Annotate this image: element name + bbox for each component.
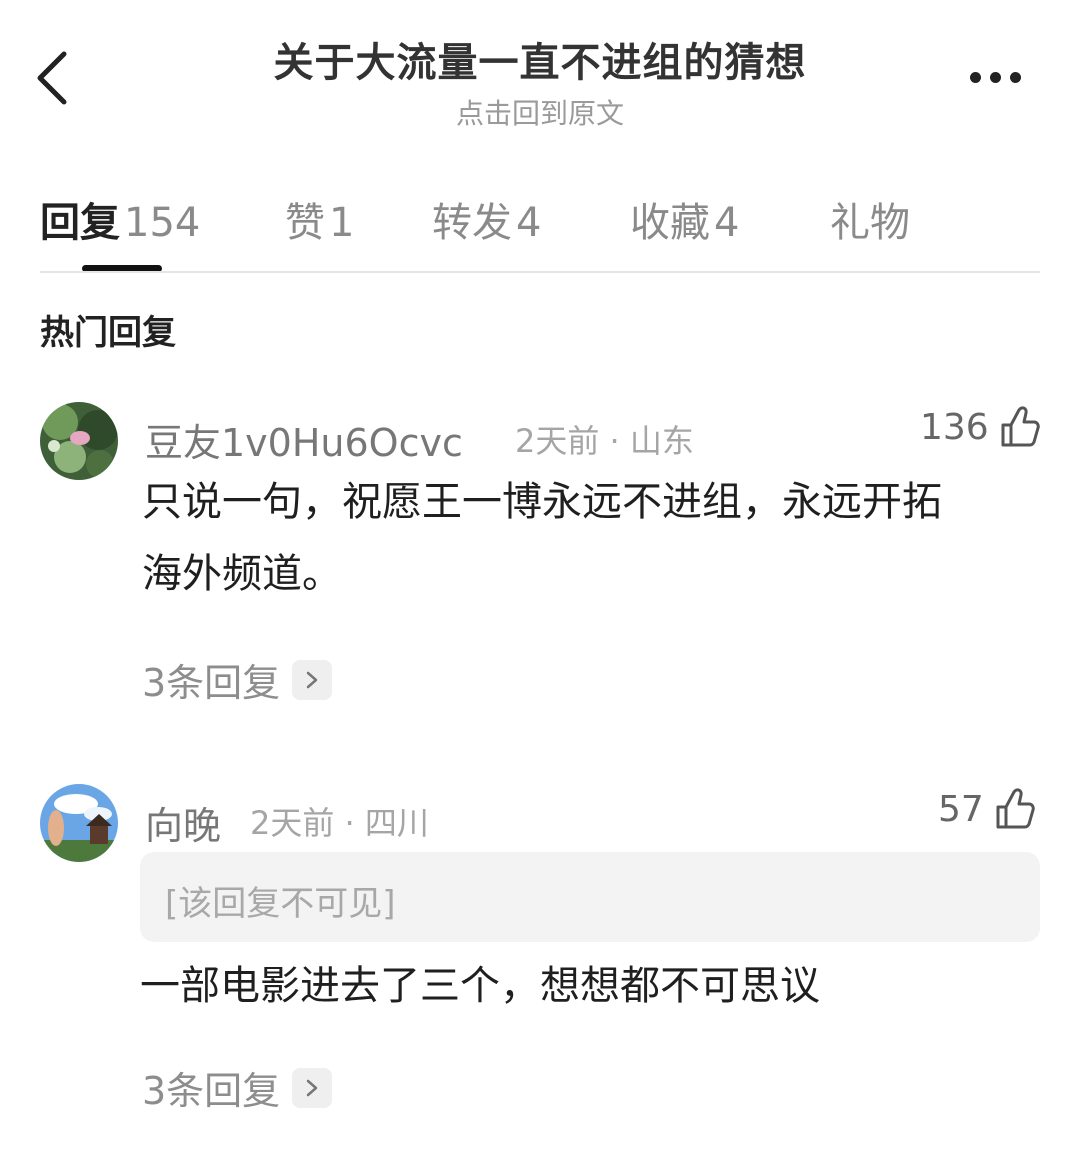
chevron-right-icon — [292, 659, 333, 700]
tab-count: 1 — [329, 200, 355, 246]
view-replies-button[interactable]: 3条回复 — [142, 652, 333, 707]
more-dots-icon — [970, 72, 981, 83]
comment-location: 山东 — [629, 422, 694, 460]
like-button[interactable]: 57 — [938, 787, 1036, 831]
comment-content: 一部电影进去了三个，想想都不可思议 — [140, 950, 1040, 1022]
tab-label: 礼物 — [830, 200, 910, 246]
view-replies-button[interactable]: 3条回复 — [142, 1060, 333, 1115]
more-dot — [990, 72, 1001, 83]
tab-count: 4 — [516, 200, 542, 246]
tabs-divider — [40, 271, 1040, 273]
tab-label: 收藏 — [630, 200, 710, 246]
like-count: 136 — [920, 406, 989, 448]
more-dot — [1010, 72, 1021, 83]
avatar-image — [40, 784, 118, 862]
avatar[interactable] — [40, 402, 118, 480]
avatar-image — [40, 402, 118, 480]
tab-likes[interactable]: 赞1 — [285, 190, 354, 248]
hidden-reply-text: [该回复不可见] — [165, 884, 396, 924]
comment-time: 2天前 — [250, 804, 335, 842]
tab-count: 154 — [124, 200, 201, 246]
back-to-original-link[interactable]: 点击回到原文 — [0, 92, 1080, 132]
section-title: 热门回复 — [40, 313, 176, 353]
more-button[interactable] — [960, 60, 1030, 100]
tab-count: 4 — [714, 200, 740, 246]
comment-content: 只说一句，祝愿王一博永远不进组，永远开拓 海外频道。 — [142, 466, 1042, 610]
page-title: 关于大流量一直不进组的猜想 — [273, 40, 807, 86]
tab-replies[interactable]: 回复 154 — [40, 190, 200, 248]
tab-label: 回复 — [40, 200, 120, 246]
chevron-right-icon — [292, 1067, 333, 1108]
tab-label: 赞 — [285, 200, 325, 246]
comment-content-line: 海外频道。 — [142, 551, 342, 597]
replies-count: 3条回复 — [142, 1069, 281, 1113]
like-button[interactable]: 136 — [920, 405, 1041, 449]
comment-meta: 2天前 · 山东 — [515, 422, 694, 460]
tab-label: 转发 — [432, 200, 512, 246]
tab-gifts[interactable]: 礼物 — [830, 190, 910, 248]
comment-content-line: 一部电影进去了三个，想想都不可思议 — [140, 963, 820, 1009]
replies-count: 3条回复 — [142, 661, 281, 705]
comment-time: 2天前 — [515, 422, 600, 460]
thumbs-up-icon — [996, 788, 1035, 829]
tab-reposts[interactable]: 转发 4 — [432, 190, 541, 248]
avatar[interactable] — [40, 784, 118, 862]
like-count: 57 — [938, 788, 984, 830]
comment-location: 四川 — [364, 804, 429, 842]
tab-favorites[interactable]: 收藏 4 — [630, 190, 739, 248]
comment-content-line: 只说一句，祝愿王一博永远不进组，永远开拓 — [142, 479, 942, 525]
thumbs-up-icon — [1001, 406, 1040, 447]
comment-meta: 2天前 · 四川 — [250, 804, 429, 842]
comment-username[interactable]: 向晚 — [145, 795, 221, 850]
comment-username[interactable]: 豆友1v0Hu6Ocvc — [145, 412, 463, 467]
